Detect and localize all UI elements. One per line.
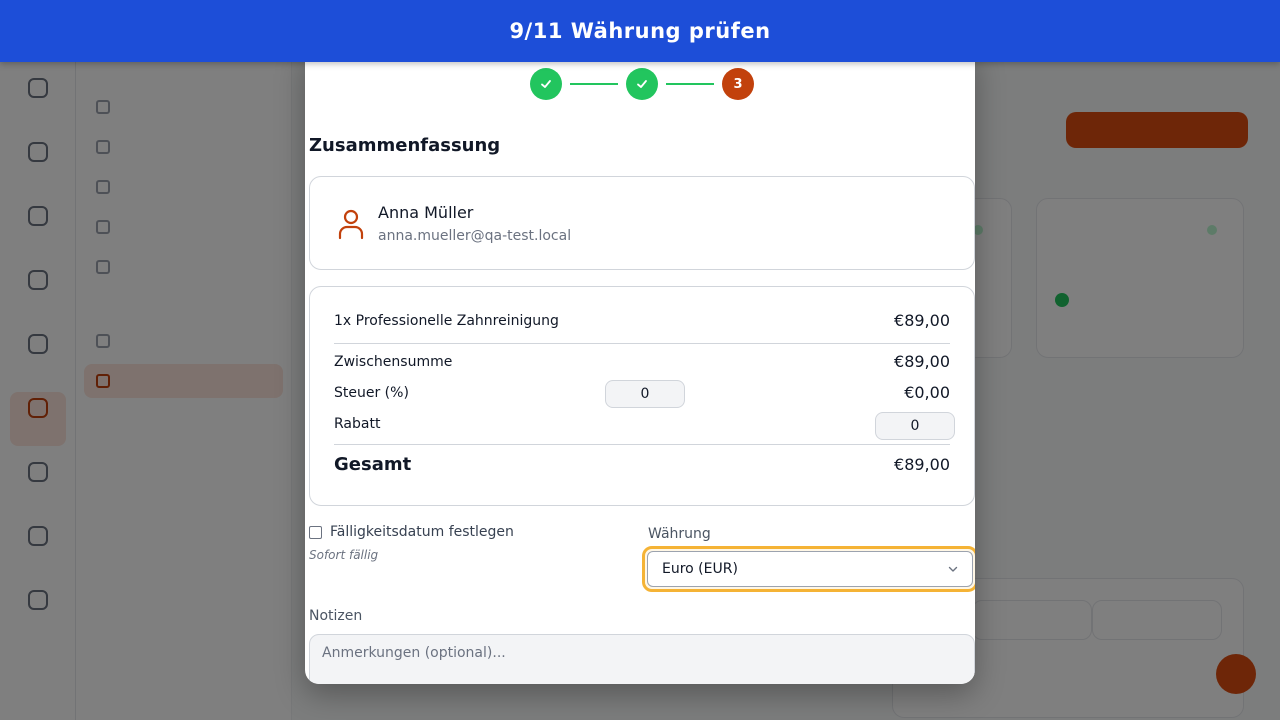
discount-input[interactable]: 0 [875,412,955,440]
subtotal-label: Zwischensumme [334,353,453,370]
customer-card: Anna Müller anna.mueller@qa-test.local [309,176,975,270]
due-date-hint: Sofort fällig [309,548,379,562]
due-date-toggle[interactable]: Fälligkeitsdatum festlegen [309,524,514,540]
notes-textarea[interactable]: Anmerkungen (optional)... [309,634,975,684]
check-icon [541,80,551,88]
task-banner: 9/11 Währung prüfen [0,0,1280,62]
summary-title: Zusammenfassung [309,135,501,156]
due-date-checkbox[interactable] [309,525,322,539]
divider [334,444,950,445]
step-connector [666,83,714,85]
tax-input[interactable]: 0 [605,380,685,408]
step-2-complete[interactable] [626,68,658,100]
total-label: Gesamt [334,454,412,475]
due-date-label[interactable]: Fälligkeitsdatum festlegen [330,524,514,540]
currency-selected-value: Euro (EUR) [662,561,738,577]
line-item-row: 1x Professionelle Zahnreinigung €89,00 [334,311,950,330]
currency-select[interactable]: Euro (EUR) [647,551,973,587]
currency-highlight: Euro (EUR) [642,546,975,592]
line-item-amount: €89,00 [894,311,950,330]
invoice-dialog: 3 Zusammenfassung Anna Müller anna.muell… [305,50,975,684]
notes-label: Notizen [309,608,363,624]
stepper: 3 [530,68,754,100]
check-icon [637,80,647,88]
total-row: Gesamt €89,00 [334,454,950,475]
totals-card: 1x Professionelle Zahnreinigung €89,00 Z… [309,286,975,506]
banner-title: 9/11 Währung prüfen [509,19,771,43]
step-3-current: 3 [722,68,754,100]
customer-name: Anna Müller [378,203,474,222]
tax-amount: €0,00 [904,383,950,402]
divider [334,343,950,344]
discount-label: Rabatt [334,416,381,432]
step-connector [570,83,618,85]
step-1-complete[interactable] [530,68,562,100]
user-icon [338,209,364,240]
total-amount: €89,00 [894,455,950,474]
subtotal-amount: €89,00 [894,352,950,371]
customer-email: anna.mueller@qa-test.local [378,228,572,244]
subtotal-row: Zwischensumme €89,00 [334,352,950,371]
tax-label: Steuer (%) [334,384,409,401]
currency-label: Währung [648,526,711,542]
discount-row: Rabatt [334,416,950,432]
line-item-label: 1x Professionelle Zahnreinigung [334,312,559,329]
chevron-down-icon [948,566,958,572]
